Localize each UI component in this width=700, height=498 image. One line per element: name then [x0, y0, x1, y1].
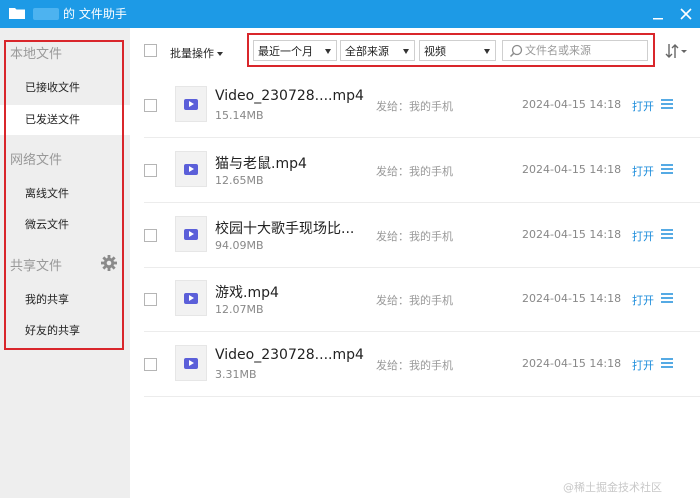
open-link[interactable]: 打开	[632, 292, 654, 308]
sidebar-item-received-files[interactable]: 已接收文件	[0, 73, 130, 103]
row-checkbox[interactable]	[144, 358, 157, 371]
file-date: 2024-04-15 14:18	[522, 292, 622, 305]
dropdown-arrow-icon	[403, 49, 409, 54]
file-size: 12.07MB	[215, 303, 264, 316]
video-play-icon	[184, 358, 198, 369]
row-checkbox[interactable]	[144, 229, 157, 242]
open-link[interactable]: 打开	[632, 228, 654, 244]
file-size: 15.14MB	[215, 109, 264, 122]
watermark: @稀土掘金技术社区	[563, 481, 662, 494]
dropdown-arrow-icon	[325, 49, 331, 54]
list-item[interactable]: 校园十大歌手现场比... 94.09MB 发给：我的手机 2024-04-15 …	[130, 204, 700, 268]
file-date: 2024-04-15 14:18	[522, 357, 622, 370]
open-link[interactable]: 打开	[632, 163, 654, 179]
file-date: 2024-04-15 14:18	[522, 98, 622, 111]
open-link[interactable]: 打开	[632, 98, 654, 114]
toolbar: 批量操作 最近一个月 全部来源 视频	[130, 28, 700, 74]
search-input[interactable]	[525, 42, 643, 59]
sidebar: 本地文件 已接收文件 已发送文件 网络文件 离线文件 微云文件 共享文件 我的共…	[0, 28, 130, 498]
sort-icon[interactable]	[664, 42, 688, 60]
sidebar-item-friends-shares[interactable]: 好友的共享	[0, 316, 130, 346]
row-divider	[144, 396, 700, 397]
sidebar-item-label: 离线文件	[25, 187, 69, 200]
sidebar-item-weiyun-files[interactable]: 微云文件	[0, 210, 130, 240]
menu-icon[interactable]	[661, 293, 673, 303]
row-divider	[144, 137, 700, 138]
file-type-value: 视频	[424, 45, 446, 58]
file-size: 94.09MB	[215, 239, 264, 252]
file-type-select[interactable]: 视频	[419, 40, 496, 61]
folder-icon	[9, 8, 25, 19]
video-play-icon	[184, 293, 198, 304]
minimize-icon	[653, 18, 663, 20]
row-checkbox[interactable]	[144, 99, 157, 112]
menu-icon[interactable]	[661, 358, 673, 368]
bulk-actions-button[interactable]: 批量操作	[170, 45, 223, 61]
video-thumbnail	[175, 280, 207, 316]
file-date: 2024-04-15 14:18	[522, 163, 622, 176]
source-value: 全部来源	[345, 45, 389, 58]
menu-icon[interactable]	[661, 229, 673, 239]
close-icon	[680, 8, 692, 20]
sidebar-item-label: 已发送文件	[25, 113, 80, 126]
video-thumbnail	[175, 151, 207, 187]
video-thumbnail	[175, 216, 207, 252]
section-network-files: 网络文件	[10, 153, 63, 168]
bulk-actions-label: 批量操作	[170, 47, 214, 60]
sent-to: 发给：我的手机	[376, 359, 453, 372]
sidebar-item-label: 已接收文件	[25, 81, 80, 94]
time-range-select[interactable]: 最近一个月	[253, 40, 337, 61]
source-select[interactable]: 全部来源	[340, 40, 415, 61]
caret-down-icon	[217, 52, 223, 56]
video-thumbnail	[175, 345, 207, 381]
sent-to: 发给：我的手机	[376, 165, 453, 178]
file-size: 3.31MB	[215, 368, 257, 381]
search-box[interactable]	[502, 40, 648, 61]
menu-icon[interactable]	[661, 164, 673, 174]
file-date: 2024-04-15 14:18	[522, 228, 622, 241]
select-all-checkbox[interactable]	[144, 44, 157, 57]
list-item[interactable]: Video_230728....mp4 3.31MB 发给：我的手机 2024-…	[130, 333, 700, 397]
video-play-icon	[184, 164, 198, 175]
file-name: Video_230728....mp4	[215, 347, 364, 363]
close-button[interactable]	[676, 4, 696, 24]
row-divider	[144, 202, 700, 203]
minimize-button[interactable]	[648, 4, 668, 24]
sent-to: 发给：我的手机	[376, 100, 453, 113]
sidebar-item-label: 我的共享	[25, 293, 69, 306]
row-checkbox[interactable]	[144, 293, 157, 306]
file-size: 12.65MB	[215, 174, 264, 187]
list-item[interactable]: 游戏.mp4 12.07MB 发给：我的手机 2024-04-15 14:18 …	[130, 268, 700, 332]
file-name: Video_230728....mp4	[215, 88, 364, 104]
file-name: 校园十大歌手现场比...	[215, 221, 355, 237]
sent-to: 发给：我的手机	[376, 230, 453, 243]
sidebar-item-sent-files[interactable]: 已发送文件	[0, 105, 130, 135]
video-play-icon	[184, 99, 198, 110]
file-name: 猫与老鼠.mp4	[215, 156, 307, 172]
video-thumbnail	[175, 86, 207, 122]
sent-to: 发给：我的手机	[376, 294, 453, 307]
search-icon	[509, 44, 523, 58]
time-range-value: 最近一个月	[258, 45, 313, 58]
open-link[interactable]: 打开	[632, 357, 654, 373]
section-shared-files: 共享文件	[10, 259, 63, 274]
section-local-files: 本地文件	[10, 47, 63, 62]
window-title: 的 文件助手	[63, 7, 127, 21]
dropdown-arrow-icon	[484, 49, 490, 54]
sidebar-item-offline-files[interactable]: 离线文件	[0, 179, 130, 209]
title-bar: 的 文件助手	[0, 0, 700, 28]
sidebar-item-label: 好友的共享	[25, 324, 80, 337]
row-divider	[144, 331, 700, 332]
gear-icon[interactable]	[100, 254, 118, 272]
file-name: 游戏.mp4	[215, 285, 279, 301]
menu-icon[interactable]	[661, 99, 673, 109]
blurred-username	[33, 8, 59, 20]
sidebar-item-my-shares[interactable]: 我的共享	[0, 285, 130, 315]
video-play-icon	[184, 229, 198, 240]
list-item[interactable]: 猫与老鼠.mp4 12.65MB 发给：我的手机 2024-04-15 14:1…	[130, 139, 700, 203]
sidebar-item-label: 微云文件	[25, 218, 69, 231]
list-item[interactable]: Video_230728....mp4 15.14MB 发给：我的手机 2024…	[130, 74, 700, 138]
row-checkbox[interactable]	[144, 164, 157, 177]
